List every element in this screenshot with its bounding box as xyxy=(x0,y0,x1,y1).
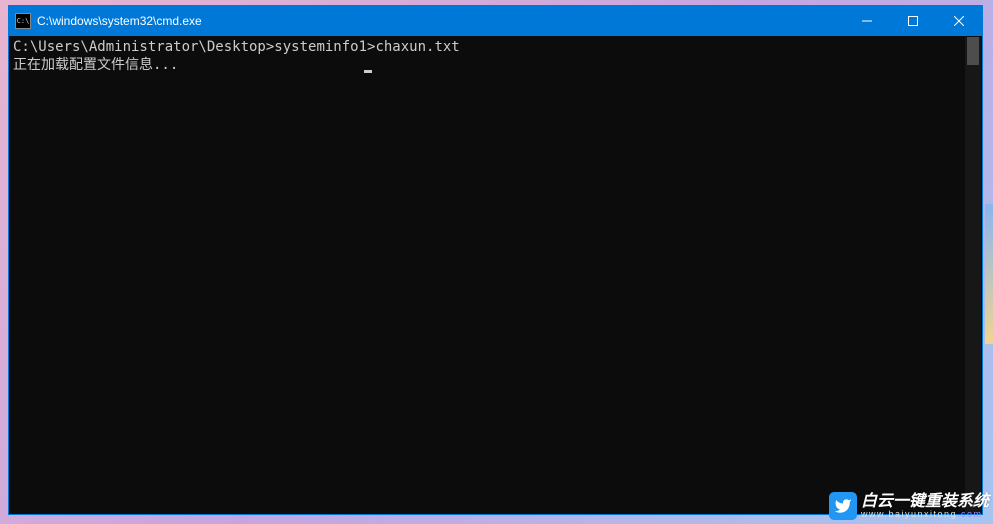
cmd-window: C:\ C:\windows\system32\cmd.exe C:\Users… xyxy=(8,5,983,515)
maximize-button[interactable] xyxy=(890,6,936,36)
status-line: 正在加载配置文件信息... xyxy=(13,56,978,74)
watermark-title: 白云一键重装系统 xyxy=(861,494,989,510)
watermark-text-group: 白云一键重装系统 www.baiyunxitong.com xyxy=(861,494,989,519)
watermark-url: www.baiyunxitong.com xyxy=(861,510,989,519)
window-title: C:\windows\system32\cmd.exe xyxy=(37,6,844,36)
watermark-url-suffix: .com xyxy=(957,509,983,519)
command-text: systeminfo1>chaxun.txt xyxy=(274,39,459,55)
minimize-button[interactable] xyxy=(844,6,890,36)
prompt-text: C:\Users\Administrator\Desktop> xyxy=(13,39,274,55)
cmd-icon: C:\ xyxy=(15,13,31,29)
scrollbar-thumb[interactable] xyxy=(967,37,979,65)
titlebar[interactable]: C:\ C:\windows\system32\cmd.exe xyxy=(9,6,982,36)
watermark-bird-icon xyxy=(829,492,857,520)
close-button[interactable] xyxy=(936,6,982,36)
vertical-scrollbar[interactable]: ▾ xyxy=(965,37,981,513)
watermark: 白云一键重装系统 www.baiyunxitong.com xyxy=(829,492,989,520)
status-text: 正在加载配置文件信息... xyxy=(13,57,178,73)
window-controls xyxy=(844,6,982,36)
background-gradient-edge xyxy=(985,204,993,344)
command-line: C:\Users\Administrator\Desktop>systeminf… xyxy=(13,38,978,56)
cmd-icon-text: C:\ xyxy=(17,17,30,25)
text-cursor xyxy=(364,70,372,73)
watermark-url-prefix: www.baiyunxitong xyxy=(861,509,957,519)
cursor-padding xyxy=(178,57,363,73)
terminal-output[interactable]: C:\Users\Administrator\Desktop>systeminf… xyxy=(9,36,982,514)
